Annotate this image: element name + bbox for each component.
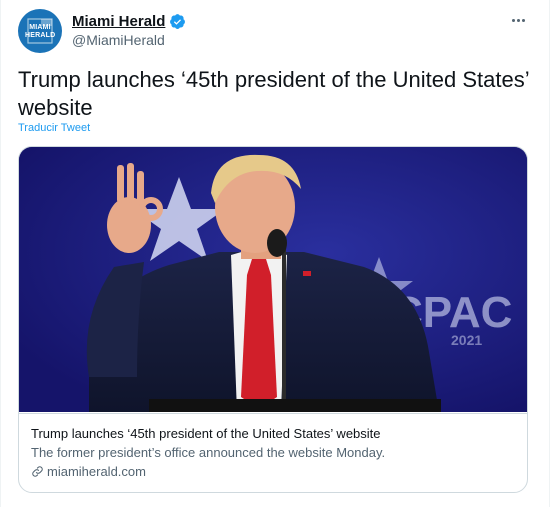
avatar-logo-text: MIAMI HERALD (25, 24, 55, 39)
speaker-photo: CPAC 2021 (19, 147, 527, 412)
card-domain-row: miamiherald.com (31, 463, 517, 480)
microphone-stand (282, 243, 286, 412)
tweet: MIAMI HERALD Miami Herald @MiamiHerald T… (0, 0, 550, 507)
author-block: Miami Herald @MiamiHerald (72, 11, 186, 48)
avatar-text-line2: HERALD (25, 32, 56, 39)
verified-badge-icon (170, 13, 186, 29)
card-description: The former president’s office announced … (31, 445, 386, 460)
author-handle[interactable]: @MiamiHerald (72, 32, 186, 48)
author-name[interactable]: Miami Herald (72, 13, 165, 30)
avatar[interactable]: MIAMI HERALD (18, 9, 62, 53)
link-card[interactable]: CPAC 2021 Trump launches ‘45th president… (18, 146, 528, 493)
tweet-text: Trump launches ‘45th president of the Un… (18, 67, 529, 120)
card-title: Trump launches ‘45th president of the Un… (31, 426, 381, 441)
author-name-row: Miami Herald (72, 11, 186, 31)
translate-tweet-link[interactable]: Traducir Tweet (18, 122, 90, 134)
card-image[interactable]: CPAC 2021 (19, 147, 527, 412)
card-domain: miamiherald.com (47, 464, 146, 479)
link-icon (32, 466, 43, 477)
miami-herald-logo: MIAMI HERALD (25, 16, 55, 46)
more-horizontal-icon[interactable] (506, 11, 530, 29)
podium (149, 399, 441, 412)
backdrop-year-text: 2021 (451, 332, 482, 348)
card-body[interactable]: Trump launches ‘45th president of the Un… (19, 413, 527, 492)
avatar-text-line1: MIAMI (29, 24, 51, 31)
microphone (267, 229, 287, 257)
